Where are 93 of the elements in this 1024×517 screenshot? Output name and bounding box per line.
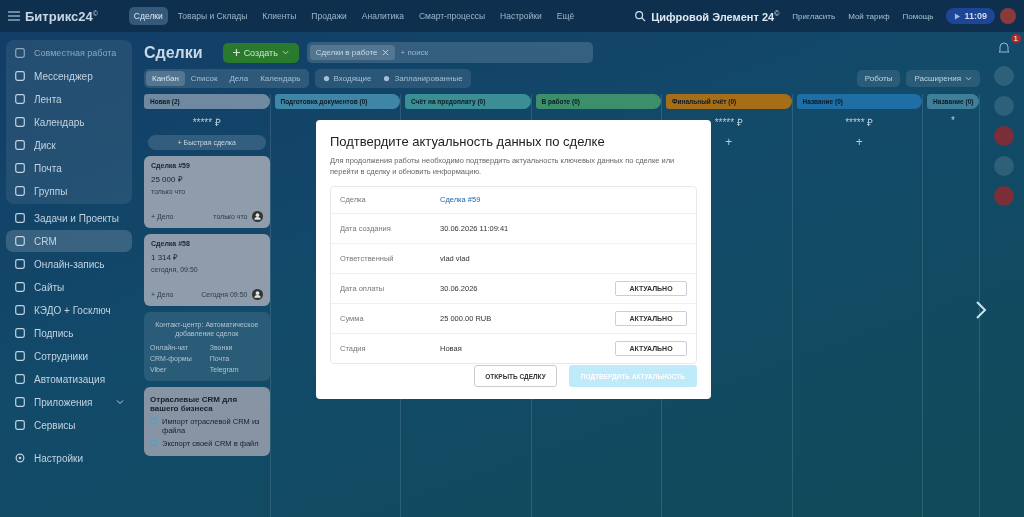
chevron-down-icon [281,49,289,56]
header-link[interactable]: Пригласить [792,11,836,21]
search-field[interactable]: Сделки в работе + поиск [306,42,593,63]
square-icon [14,185,26,197]
chevron-down-icon [965,75,972,82]
header-link[interactable]: Помощь [902,11,934,21]
deal-amount: 1 314 ₽ [151,252,180,262]
nav-tab[interactable]: Товары и Склады [172,7,253,25]
sidebar-item[interactable]: Совместная работа [6,42,132,64]
time-button[interactable]: 11:09 [946,8,995,24]
widget-title: Отраслевые CRM для вашего бизнеса [150,395,239,414]
sidebar-item[interactable]: CRM [6,230,132,252]
sidebar-item[interactable]: Лента [6,88,132,110]
square-icon [14,93,26,105]
sidebar-item[interactable]: Подпись [6,322,132,344]
close-icon[interactable] [381,49,389,56]
file-icon [150,417,158,426]
square-icon [14,258,26,270]
column-sum: ***** ₽ [713,116,744,129]
square-icon [14,373,26,385]
header-link[interactable]: Мой тариф [848,11,890,21]
nav-tab[interactable]: Ещё [551,7,580,25]
user-icon [251,289,263,300]
square-icon [14,47,26,59]
column-sum: * [950,115,956,126]
sidebar-item[interactable]: Автоматизация [6,368,132,390]
square-icon [14,162,26,174]
search-icon[interactable] [634,10,647,22]
extensions-button[interactable]: Расширения [906,70,980,87]
sidebar-item[interactable]: Мессенджер [6,65,132,87]
square-icon [14,396,26,408]
sidebar-item[interactable]: Приложения [6,391,132,413]
nav-tab[interactable]: Продажи [306,7,352,25]
view-tab[interactable]: Календарь [254,71,307,86]
dot-icon [322,75,330,82]
sidebar-item[interactable]: Группы [6,180,132,202]
sidebar-item[interactable]: Настройки [6,447,132,469]
play-icon [954,12,962,20]
column-sum: ***** ₽ [191,116,222,129]
sidebar-item[interactable]: Сайты [6,276,132,298]
rail-button[interactable] [994,186,1014,206]
sidebar-item[interactable]: Диск [6,134,132,156]
rail-button[interactable] [994,66,1014,86]
square-icon [14,235,26,247]
nav-tab[interactable]: Настройки [495,7,547,25]
square-icon [14,139,26,151]
view-tab[interactable]: Список [184,71,224,86]
nav-tab[interactable]: Клиенты [257,7,302,25]
sidebar-item[interactable]: КЭДО + Госключ [6,299,132,321]
sidebar-item[interactable]: Почта [6,157,132,179]
avatar[interactable] [1000,8,1016,24]
square-icon [14,327,26,339]
nav-tab[interactable]: Сделки [128,7,168,25]
nav-tab[interactable]: Аналитика [356,7,409,25]
add-deal-button[interactable]: + [796,135,922,149]
chevron-icon [116,398,124,406]
robots-button[interactable]: Роботы [856,70,901,87]
sidebar-item[interactable]: Календарь [6,111,132,133]
user-icon [251,211,263,222]
dot-icon [383,75,391,82]
create-button[interactable]: Создать [222,42,299,63]
sidebar-item[interactable]: Сотрудники [6,345,132,367]
square-icon [14,419,26,431]
gear-icon [14,452,26,464]
sidebar-item[interactable]: Онлайн-запись [6,253,132,275]
square-icon [14,70,26,82]
square-icon [14,281,26,293]
column-sum: ***** ₽ [844,116,875,129]
square-icon [14,304,26,316]
square-icon [14,212,26,224]
view-tab[interactable]: Дела [223,71,255,86]
bell-icon[interactable] [996,40,1012,56]
notification-badge: 1 [1010,34,1021,43]
menu-icon[interactable] [8,11,20,21]
view-tab[interactable]: Канбан [146,71,185,86]
deal-amount: 25 000 ₽ [151,174,184,184]
chevron-right-icon[interactable] [974,300,988,320]
logo: Битрикс24$^{©}$ [25,8,98,24]
sidebar-item[interactable]: Задачи и Проекты [6,207,132,229]
sidebar-item[interactable]: Сервисы [6,414,132,436]
counter-link[interactable]: Входящие [322,74,372,83]
file-icon [150,439,158,448]
rail-button[interactable] [994,126,1014,146]
counter-link[interactable]: Запланированные [383,74,463,83]
dialog-title: Подтвердите актуальность данных по сделке [330,134,606,149]
rail-button[interactable] [994,156,1014,176]
square-icon [14,350,26,362]
nav-tab[interactable]: Смарт-процессы [413,7,491,25]
company-name: Цифровой Элемент 24$^{©}$ [651,9,780,23]
plus-icon [232,49,240,56]
rail-button[interactable] [994,96,1014,116]
square-icon [14,116,26,128]
page-title: Сделки [144,43,203,62]
